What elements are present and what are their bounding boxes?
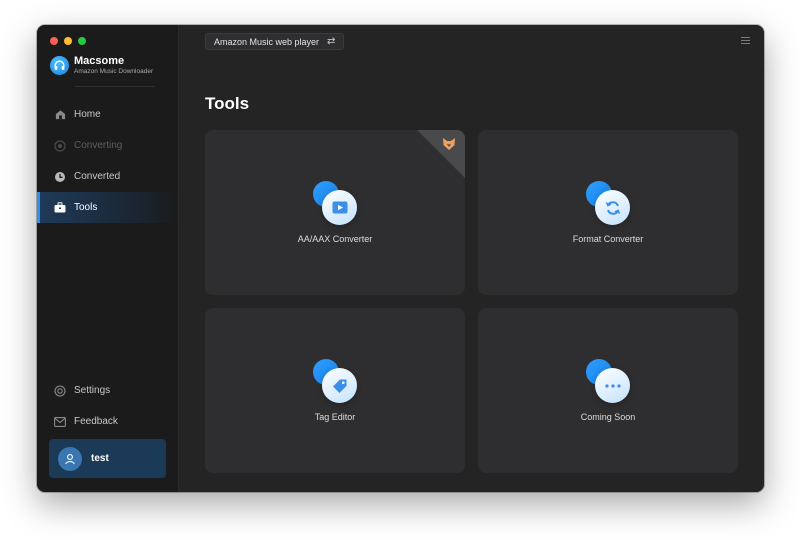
music-source-label: Amazon Music web player: [214, 36, 320, 47]
converting-icon: [54, 139, 66, 152]
user-icon: [65, 453, 75, 464]
sidebar-item-tools[interactable]: Tools: [37, 192, 178, 223]
music-source-switch-button[interactable]: Amazon Music web player ⇄: [205, 33, 345, 50]
sidebar-item-label: Tools: [74, 202, 98, 213]
tool-card-label: AA/AAX Converter: [297, 234, 373, 244]
tool-card-aa-aax-converter[interactable]: AA/AAX Converter: [205, 130, 465, 295]
sidebar-item-label: Converted: [74, 171, 121, 182]
window-controls: [50, 37, 86, 45]
sidebar-item-label: Feedback: [74, 416, 118, 427]
page-title: Tools: [205, 94, 250, 113]
home-icon: [54, 109, 66, 121]
sidebar-item-label: Settings: [74, 385, 111, 396]
sidebar-item-feedback[interactable]: Feedback: [37, 406, 178, 437]
tag-icon: [322, 368, 357, 403]
sidebar-nav: Home Converting Converted Tools: [37, 99, 178, 223]
sidebar-item-converted[interactable]: Converted: [37, 161, 178, 192]
brand-divider: [75, 86, 155, 87]
video-icon: [322, 190, 357, 225]
clock-icon: [54, 171, 66, 183]
close-window-button[interactable]: [50, 37, 58, 45]
ellipsis-icon: [595, 368, 630, 403]
refresh-icon: [595, 190, 630, 225]
tool-card-label: Coming Soon: [580, 412, 636, 422]
tool-card-label: Tag Editor: [314, 412, 356, 422]
tool-icon-format: [586, 181, 632, 227]
app-window: Macsome Amazon Music Downloader Home Con…: [37, 25, 764, 492]
tool-icon-tag: [313, 359, 359, 405]
tool-card-label: Format Converter: [572, 234, 644, 244]
zoom-window-button[interactable]: [78, 37, 86, 45]
premium-fox-icon: [443, 138, 455, 150]
sidebar-item-settings[interactable]: Settings: [37, 375, 178, 406]
headphones-logo-icon: [50, 56, 69, 75]
app-name: Macsome: [74, 55, 125, 67]
sidebar: Macsome Amazon Music Downloader Home Con…: [37, 25, 179, 492]
app-subtitle: Amazon Music Downloader: [74, 68, 154, 75]
minimize-window-button[interactable]: [64, 37, 72, 45]
swap-icon: ⇄: [327, 36, 336, 47]
user-name: test: [91, 453, 109, 464]
user-account-card[interactable]: test: [49, 439, 166, 478]
sidebar-item-label: Converting: [74, 140, 123, 151]
gear-icon: [54, 384, 66, 397]
toolbox-icon: [54, 202, 66, 214]
sidebar-item-label: Home: [74, 109, 101, 120]
tool-icon-coming-soon: [586, 359, 632, 405]
avatar: [58, 446, 82, 471]
sidebar-item-converting[interactable]: Converting: [37, 130, 178, 161]
sidebar-bottom-nav: Settings Feedback: [37, 375, 178, 437]
menu-icon[interactable]: [741, 37, 750, 45]
main-content: Amazon Music web player ⇄ Tools AA/AAX C…: [179, 25, 764, 492]
tool-icon-aa-aax: [313, 181, 359, 227]
brand: Macsome Amazon Music Downloader: [50, 55, 153, 76]
sidebar-item-home[interactable]: Home: [37, 99, 178, 130]
tool-card-coming-soon[interactable]: Coming Soon: [478, 308, 738, 473]
mail-icon: [54, 416, 66, 428]
tool-card-tag-editor[interactable]: Tag Editor: [205, 308, 465, 473]
tool-card-format-converter[interactable]: Format Converter: [478, 130, 738, 295]
